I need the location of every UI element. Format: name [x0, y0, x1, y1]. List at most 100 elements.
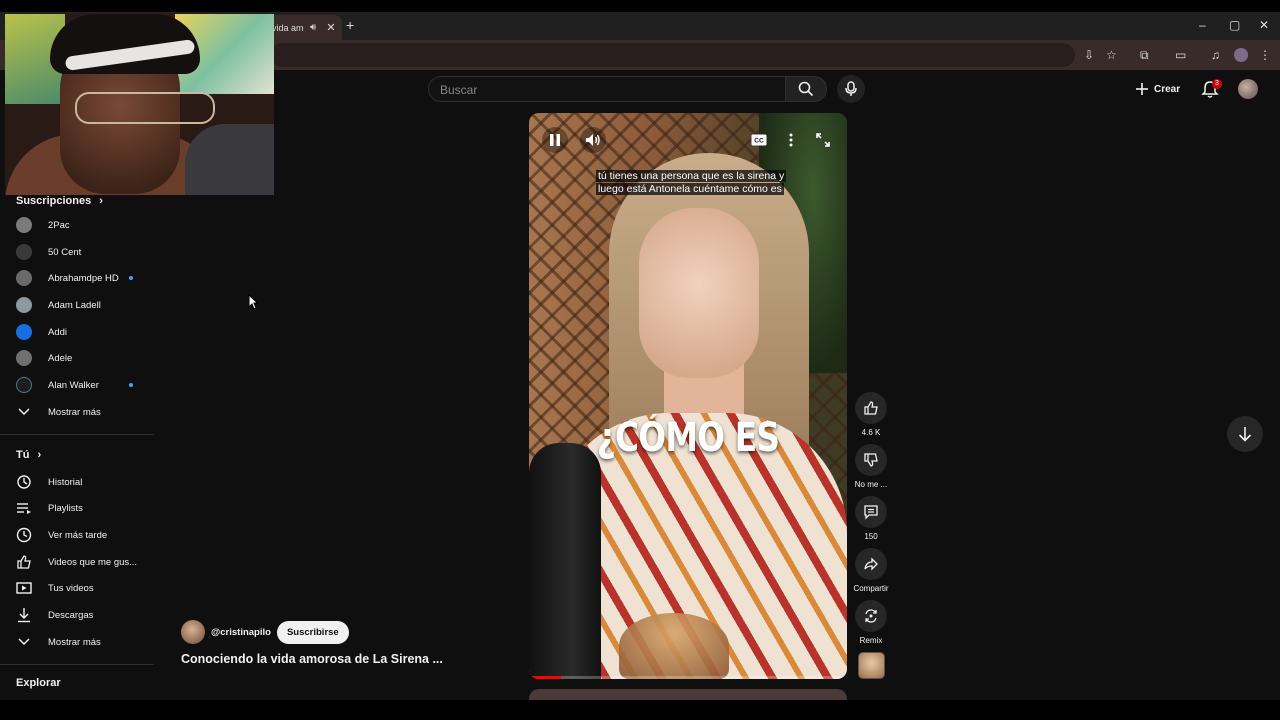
sidebar-item-historial[interactable]: Historial	[16, 472, 146, 492]
caption-line: tú tienes una persona que es la sirena y	[596, 170, 787, 182]
sidebar-item-50-cent[interactable]: 50 Cent	[16, 242, 146, 262]
letterbox-bottom	[0, 700, 1280, 720]
volume-button[interactable]	[580, 127, 606, 153]
notification-badge: 3	[1212, 79, 1222, 89]
play-box-icon	[16, 580, 32, 596]
speaker-icon[interactable]: 🔊︎	[310, 22, 316, 33]
new-tab-button[interactable]: +	[346, 17, 354, 33]
voice-search-button[interactable]	[837, 75, 865, 103]
video-progress-bar[interactable]	[529, 676, 847, 679]
video-overlay-text: ¿CÓMO ES	[596, 415, 780, 461]
sidebar-item-playlists[interactable]: Playlists	[16, 498, 146, 518]
channel-name: 2Pac	[48, 219, 70, 231]
fullscreen-button[interactable]	[812, 129, 834, 151]
explore-heading: Explorar	[16, 677, 61, 689]
nav-label: Tus videos	[48, 582, 94, 594]
thumbs-up-icon	[16, 554, 32, 570]
plus-icon	[1136, 83, 1148, 95]
dislike-label: No me ...	[854, 480, 888, 489]
you-heading[interactable]: Tú ›	[16, 449, 41, 461]
remix-icon	[865, 609, 877, 623]
channel-row: @cristinapilo Suscribirse	[181, 620, 349, 644]
create-button[interactable]: Crear	[1136, 78, 1180, 100]
sidebar-item-2pac[interactable]: 2Pac	[16, 215, 146, 235]
next-video-button[interactable]	[1227, 416, 1263, 452]
dislike-action[interactable]: No me ...	[853, 444, 889, 489]
nav-label: Historial	[48, 476, 83, 488]
comments-action[interactable]: 150	[853, 496, 889, 541]
original-audio-thumbnail[interactable]	[858, 652, 885, 679]
extensions-icon[interactable]: ⧉	[1140, 48, 1149, 63]
playlist-icon	[16, 500, 32, 516]
show-more-subscriptions[interactable]: Mostrar más	[16, 402, 146, 422]
browser-menu-icon[interactable]: ⋮	[1259, 48, 1271, 62]
subscriptions-heading[interactable]: Suscripciones ›	[16, 195, 103, 207]
pause-button[interactable]	[542, 127, 568, 153]
maximize-button[interactable]: ▢	[1229, 18, 1240, 32]
channel-avatar	[16, 324, 32, 340]
clock-icon	[16, 527, 32, 543]
subscriptions-heading-label: Suscripciones	[16, 195, 92, 207]
chevron-down-icon	[16, 404, 32, 420]
channel-handle[interactable]: @cristinapilo	[211, 627, 271, 638]
remix-action[interactable]: Remix	[853, 600, 889, 645]
explore-heading-label: Explorar	[16, 677, 61, 689]
like-button[interactable]	[855, 392, 887, 424]
thumbs-down-icon	[864, 453, 878, 467]
comments-count: 150	[864, 532, 878, 541]
channel-avatar[interactable]	[181, 620, 205, 644]
browser-profile-avatar[interactable]	[1234, 48, 1248, 62]
bookmark-star-icon[interactable]: ☆	[1106, 48, 1117, 62]
account-avatar[interactable]	[1238, 79, 1258, 99]
remix-button[interactable]	[855, 600, 887, 632]
sidebar-item-addi[interactable]: Addi	[16, 322, 146, 342]
channel-avatar	[16, 244, 32, 260]
sidebar-item-adele[interactable]: Adele	[16, 348, 146, 368]
sidebar-item-alan-walker[interactable]: Alan Walker	[16, 375, 146, 395]
share-button[interactable]	[855, 548, 887, 580]
share-label: Compartir	[853, 584, 889, 593]
nav-label: Ver más tarde	[48, 529, 108, 541]
expand-icon	[816, 133, 830, 147]
nav-label: Descargas	[48, 609, 94, 621]
tab-close-icon[interactable]: ✕	[326, 21, 335, 34]
like-action[interactable]: 4.6 K	[853, 392, 889, 437]
comments-button[interactable]	[855, 496, 887, 528]
sidebar-item-liked-videos[interactable]: Videos que me gus...	[16, 552, 146, 572]
search-button[interactable]	[785, 76, 827, 102]
nav-label: Videos que me gus...	[48, 556, 138, 568]
address-bar[interactable]	[270, 43, 1075, 67]
share-action[interactable]: Compartir	[853, 548, 889, 593]
sidebar-item-ver-mas-tarde[interactable]: Ver más tarde	[16, 525, 146, 545]
video-captions: tú tienes una persona que es la sirena y…	[596, 170, 788, 196]
chevron-down-icon	[16, 634, 32, 650]
kebab-menu-icon	[789, 133, 793, 147]
minimize-button[interactable]: –	[1199, 18, 1206, 32]
nav-label: Playlists	[48, 502, 83, 514]
divider	[0, 434, 154, 435]
dislike-button[interactable]	[855, 444, 887, 476]
reading-list-icon[interactable]: ▭	[1175, 48, 1186, 62]
channel-name: Adele	[48, 352, 73, 364]
show-more-label: Mostrar más	[48, 406, 101, 418]
sidebar-item-tus-videos[interactable]: Tus videos	[16, 578, 146, 598]
sidebar-item-abrahamdpe-hd[interactable]: Abrahamdpe HD	[16, 268, 146, 288]
sidebar-item-adam-ladell[interactable]: Adam Ladell	[16, 295, 146, 315]
more-options-button[interactable]	[780, 129, 802, 151]
sidebar-item-descargas[interactable]: Descargas	[16, 605, 146, 625]
video-title[interactable]: Conociendo la vida amorosa de La Sirena …	[181, 652, 481, 666]
arrow-down-icon	[1238, 427, 1252, 442]
search-input[interactable]: Buscar	[428, 76, 786, 102]
captions-button[interactable]: CC	[748, 129, 770, 151]
install-icon[interactable]: ⇩	[1084, 48, 1094, 62]
tab-title: vida amo	[272, 22, 304, 33]
subscribe-button[interactable]: Suscribirse	[276, 620, 349, 644]
show-more-you[interactable]: Mostrar más	[16, 632, 146, 652]
media-controls-icon[interactable]: ♫	[1211, 48, 1220, 62]
divider	[0, 664, 154, 665]
shorts-video-player[interactable]: CC tú tienes una persona que es la siren…	[529, 113, 847, 679]
close-window-button[interactable]: ✕	[1259, 18, 1269, 32]
next-short-preview[interactable]	[529, 689, 847, 700]
channel-avatar	[16, 297, 32, 313]
download-icon	[16, 607, 32, 623]
